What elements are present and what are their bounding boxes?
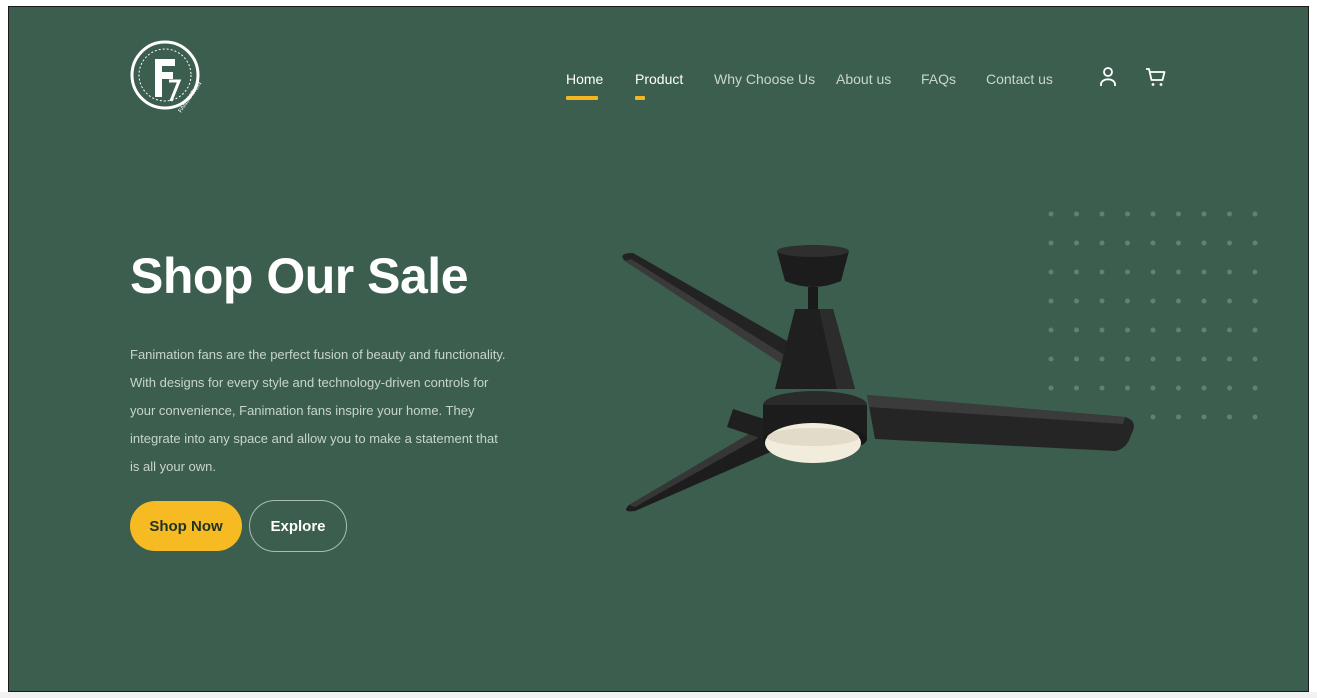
decorative-dot [1176,298,1181,304]
hero-title: Shop Our Sale [130,248,469,304]
decorative-dot [1252,414,1258,420]
decorative-dot [1150,356,1156,362]
decorative-dot [1201,356,1207,362]
nav-faqs[interactable]: FAQs [921,71,956,87]
decorative-dot [1176,414,1181,420]
decorative-dot [1201,298,1207,304]
hero-description: Fanimation fans are the perfect fusion o… [130,347,506,474]
decorative-dot [1176,385,1181,391]
decorative-dot [1227,298,1232,304]
nav-home-underline [566,96,598,100]
nav-product[interactable]: Product [635,71,683,87]
decorative-dot [1227,414,1232,420]
decorative-dot [1150,327,1156,333]
decorative-dot [1227,240,1232,246]
decorative-dot [1150,269,1156,275]
decorative-dot [1176,327,1181,333]
decorative-dot [1176,240,1181,246]
decorative-dot [1252,240,1258,246]
decorative-dot [1074,211,1079,217]
decorative-dot [1201,211,1207,217]
decorative-dot [1227,211,1232,217]
decorative-dot [1252,356,1258,362]
user-icon[interactable] [1096,65,1120,89]
decorative-dot [1201,327,1207,333]
decorative-dot [1252,385,1258,391]
decorative-dot [1227,356,1232,362]
decorative-dot [1201,240,1207,246]
nav-about-us[interactable]: About us [836,71,891,87]
decorative-dot [1150,414,1156,420]
shop-now-button[interactable]: Shop Now [130,501,242,551]
nav-home[interactable]: Home [566,71,603,87]
decorative-dot [1252,327,1258,333]
decorative-dot [1150,298,1156,304]
decorative-dot [1150,240,1156,246]
decorative-dot [1227,269,1232,275]
decorative-dot [1201,385,1207,391]
decorative-dot [1150,211,1156,217]
logo-wordmark: FANIMATION [178,81,204,114]
decorative-dot [1201,414,1207,420]
cart-icon[interactable] [1144,65,1168,89]
nav-contact-us[interactable]: Contact us [986,71,1053,87]
decorative-dot [1125,211,1130,217]
decorative-dot [1176,356,1181,362]
decorative-dot [1176,269,1181,275]
decorative-dot [1176,211,1181,217]
page-bottom-strip [0,692,1317,698]
decorative-dot [1252,211,1258,217]
decorative-dot [1252,298,1258,304]
decorative-dot [1227,385,1232,391]
brand-logo[interactable]: FANIMATION [129,29,209,129]
nav-why-choose-us[interactable]: Why Choose Us [714,71,815,87]
nav-product-underline [635,96,645,100]
ceiling-fan-image [622,245,1134,512]
explore-button[interactable]: Explore [249,500,347,552]
hero-section: FANIMATION Home Product Why Choose Us Ab… [8,6,1309,692]
decorative-dot [1150,385,1156,391]
decorative-dot [1201,269,1207,275]
decorative-dot [1252,269,1258,275]
decorative-dot [1099,211,1105,217]
decorative-dot [1227,327,1232,333]
decorative-dot [1048,211,1054,217]
